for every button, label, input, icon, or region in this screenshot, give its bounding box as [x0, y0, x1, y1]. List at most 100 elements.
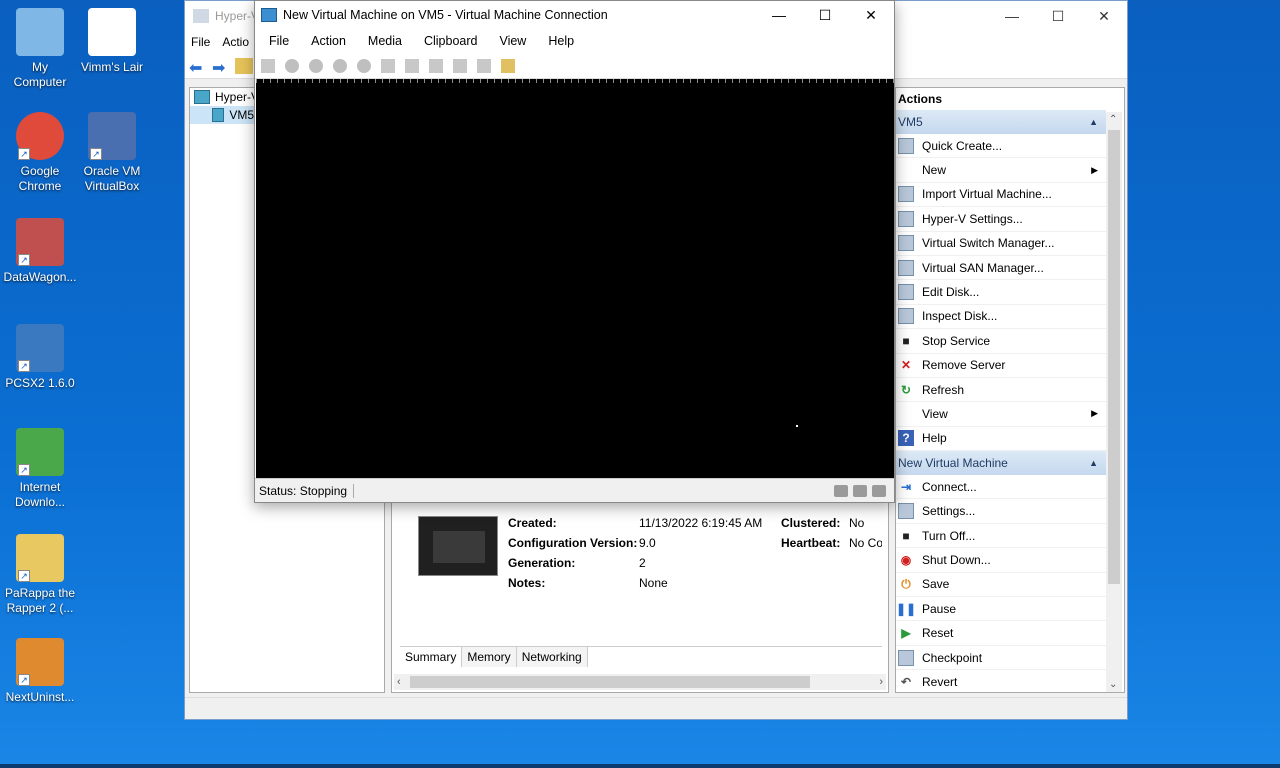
revert-icon[interactable]: [453, 58, 467, 73]
minimize-button[interactable]: —: [989, 1, 1035, 31]
desktop-icon-google-chrome[interactable]: ↗ Google Chrome: [2, 112, 78, 194]
save-icon: ⏻: [901, 576, 911, 591]
vm-connection-window[interactable]: New Virtual Machine on VM5 - Virtual Mac…: [254, 0, 895, 503]
scroll-right-icon[interactable]: ›: [879, 676, 883, 688]
vmc-menu-help[interactable]: Help: [548, 34, 574, 48]
close-icon: ✕: [1098, 7, 1110, 24]
action-reset[interactable]: ▶ Reset: [896, 621, 1106, 646]
section-header-vm5[interactable]: VM5 ▲: [896, 110, 1106, 134]
vmc-menu-file[interactable]: File: [269, 34, 289, 48]
tab-networking[interactable]: Networking: [516, 647, 588, 667]
vmc-menu-bar: File Action Media Clipboard View Help: [255, 29, 894, 53]
vmc-menu-clipboard[interactable]: Clipboard: [424, 34, 478, 48]
start-icon[interactable]: [285, 58, 299, 73]
notes-label: Notes:: [508, 576, 546, 590]
action-new[interactable]: New ▶: [896, 158, 1106, 183]
refresh-icon: ↻: [900, 382, 912, 397]
desktop-icon-datawagon[interactable]: ↗ DataWagon...: [2, 218, 78, 285]
close-icon: ✕: [865, 6, 877, 23]
action-refresh[interactable]: ↻ Refresh: [896, 378, 1106, 403]
share-icon[interactable]: [501, 58, 515, 73]
manager-app-icon: [193, 9, 209, 23]
menu-action[interactable]: Actio: [222, 35, 249, 49]
action-shut-down[interactable]: ◉ Shut Down...: [896, 548, 1106, 573]
pcsx2-icon: ↗: [16, 324, 64, 372]
action-save[interactable]: ⏻ Save: [896, 573, 1106, 598]
vmc-title-bar[interactable]: New Virtual Machine on VM5 - Virtual Mac…: [255, 1, 894, 29]
screen-artifact-line: [256, 79, 894, 83]
actions-vertical-scrollbar[interactable]: ⌃ ⌄: [1106, 112, 1122, 692]
action-hyper-v-settings[interactable]: Hyper-V Settings...: [896, 207, 1106, 232]
desktop-icon-parappa-the-rapper-2[interactable]: ↗ PaRappa the Rapper 2 (...: [2, 534, 78, 616]
vmc-minimize-button[interactable]: —: [756, 1, 802, 29]
action-pause[interactable]: ❚❚ Pause: [896, 597, 1106, 622]
desktop-icon-label: DataWagon...: [3, 270, 77, 284]
desktop-icon-label: PaRappa the Rapper 2 (...: [4, 586, 76, 615]
desktop-icon-nextuninstaller[interactable]: ↗ NextUninst...: [2, 638, 78, 705]
google-chrome-icon: ↗: [16, 112, 64, 160]
action-edit-disk[interactable]: Edit Disk...: [896, 280, 1106, 305]
action-revert[interactable]: ↶ Revert: [896, 670, 1106, 692]
vm-display-screen[interactable]: [256, 79, 894, 479]
action-virtual-switch-manager[interactable]: Virtual Switch Manager...: [896, 232, 1106, 256]
internet-download-manager-icon: ↗: [16, 428, 64, 476]
action-remove-server[interactable]: ✕ Remove Server: [896, 354, 1106, 378]
vmc-menu-action[interactable]: Action: [311, 34, 346, 48]
desktop-icon-my-computer[interactable]: My Computer: [2, 8, 78, 90]
vm-status-text: Status: Stopping: [259, 483, 355, 498]
tree-item-vm5[interactable]: VM5: [190, 106, 254, 124]
pause-icon[interactable]: [381, 58, 395, 73]
action-import-virtual-machine[interactable]: Import Virtual Machine...: [896, 183, 1106, 208]
ctrl-alt-del-icon[interactable]: [261, 58, 275, 73]
action-connect[interactable]: ⇥ Connect...: [896, 475, 1106, 500]
maximize-button[interactable]: ☐: [1035, 1, 1081, 31]
action-help[interactable]: ? Help: [896, 427, 1106, 452]
resume-icon[interactable]: [405, 58, 419, 73]
collapse-caret-icon[interactable]: ▲: [1089, 117, 1098, 127]
action-inspect-disk[interactable]: Inspect Disk...: [896, 305, 1106, 330]
shut-down-icon[interactable]: [333, 58, 347, 73]
stop-icon: ■: [902, 333, 910, 348]
scroll-thumb[interactable]: [410, 676, 810, 688]
tab-summary[interactable]: Summary: [400, 647, 463, 667]
vmc-maximize-button[interactable]: ☐: [802, 1, 848, 29]
scroll-left-icon[interactable]: ‹: [397, 676, 401, 688]
section-header-new-vm[interactable]: New Virtual Machine ▲: [896, 451, 1106, 476]
import-icon: [898, 186, 914, 203]
scroll-up-icon[interactable]: ⌃: [1109, 114, 1117, 125]
scroll-down-icon[interactable]: ⌄: [1109, 679, 1117, 690]
action-settings[interactable]: Settings...: [896, 499, 1106, 524]
action-checkpoint[interactable]: Checkpoint: [896, 646, 1106, 671]
forward-arrow-icon[interactable]: ➡: [212, 58, 230, 77]
action-turn-off[interactable]: ■ Turn Off...: [896, 524, 1106, 549]
collapse-caret-icon[interactable]: ▲: [1089, 458, 1098, 468]
turn-off-icon[interactable]: [309, 58, 323, 73]
action-quick-create[interactable]: Quick Create...: [896, 134, 1106, 159]
manager-title: Hyper-V: [215, 9, 260, 23]
save-icon[interactable]: [357, 58, 371, 73]
vm-thumbnail[interactable]: [418, 516, 498, 576]
tab-memory[interactable]: Memory: [462, 647, 517, 667]
vmc-menu-view[interactable]: View: [499, 34, 526, 48]
inspect-disk-icon: [898, 308, 914, 325]
back-arrow-icon[interactable]: ⬅: [189, 58, 207, 77]
close-button[interactable]: ✕: [1081, 1, 1127, 31]
menu-file[interactable]: File: [191, 35, 210, 49]
checkpoint-icon[interactable]: [429, 58, 443, 73]
action-stop-service[interactable]: ■ Stop Service: [896, 329, 1106, 354]
remove-icon: ✕: [900, 358, 912, 373]
action-virtual-san-manager[interactable]: Virtual SAN Manager...: [896, 256, 1106, 281]
up-folder-icon[interactable]: [235, 57, 253, 74]
vmc-toolbar: [255, 53, 894, 79]
desktop-icon-vimms-lair[interactable]: Vimm's Lair: [74, 8, 150, 75]
desktop-icon-oracle-vm-virtualbox[interactable]: ↗ Oracle VM VirtualBox: [74, 112, 150, 194]
desktop-icon-pcsx2[interactable]: ↗ PCSX2 1.6.0: [2, 324, 78, 391]
enhanced-session-icon[interactable]: [477, 58, 491, 73]
action-view[interactable]: View ▶: [896, 402, 1106, 427]
vmc-close-button[interactable]: ✕: [848, 1, 894, 29]
actions-scroll-thumb[interactable]: [1108, 130, 1120, 584]
vmc-menu-media[interactable]: Media: [368, 34, 402, 48]
horizontal-scrollbar[interactable]: ‹ ›: [394, 674, 886, 690]
minimize-icon: —: [772, 7, 786, 23]
desktop-icon-internet-download-manager[interactable]: ↗ Internet Downlo...: [2, 428, 78, 510]
